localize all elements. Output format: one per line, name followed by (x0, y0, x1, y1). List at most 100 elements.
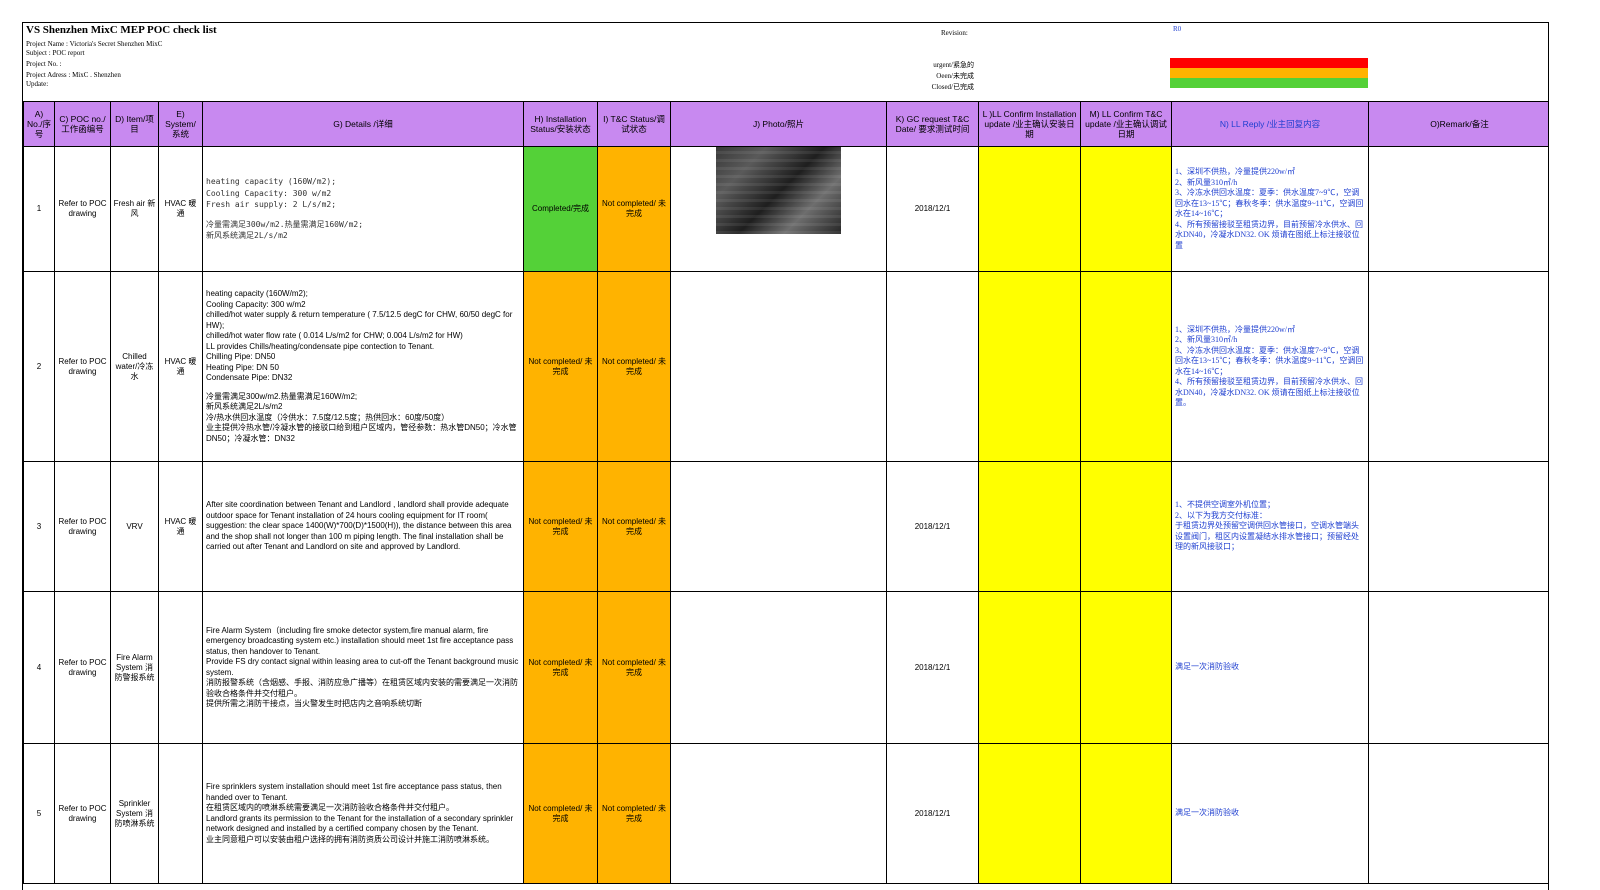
cell-photo[interactable] (670, 146, 887, 272)
col-details[interactable]: G) Details /详细 (202, 101, 524, 147)
col-photo[interactable]: J) Photo/照片 (670, 101, 887, 147)
project-address: Project Adress : MixC . Shenzhen (26, 71, 121, 79)
cell-details[interactable]: heating capacity (160W/m2); Cooling Capa… (202, 271, 524, 462)
cell-photo[interactable] (670, 591, 887, 744)
cell-photo[interactable] (670, 271, 887, 462)
cell-poc[interactable]: Refer to POC drawing (54, 591, 111, 744)
cell-details[interactable]: Fire Alarm System（including fire smoke d… (202, 591, 524, 744)
col-no[interactable]: A) No./序号 (23, 101, 55, 147)
cell-gc-date[interactable]: 2018/12/1 (886, 743, 979, 884)
col-installation-status[interactable]: H) Installation Status/安装状态 (523, 101, 598, 147)
subject: Subject : POC report (26, 49, 85, 57)
cell-remark[interactable] (1368, 743, 1548, 884)
cell-poc[interactable]: Refer to POC drawing (54, 461, 111, 592)
cell-tc-status[interactable]: Not completed/ 未完成 (597, 146, 671, 272)
cell-tc-status[interactable]: Not completed/ 未完成 (597, 591, 671, 744)
col-ll-install-confirm[interactable]: L )LL Confirm Installation update /业主确认安… (978, 101, 1081, 147)
legend-closed-label: Closed/已完成 (931, 83, 974, 91)
table-row: 5 Refer to POC drawing Sprinkler System … (23, 743, 1548, 884)
project-no: Project No. : (26, 60, 62, 68)
cell-ll-install-confirm[interactable] (978, 743, 1081, 884)
col-remark[interactable]: O)Remark/备注 (1368, 101, 1548, 147)
cell-system[interactable] (158, 743, 203, 884)
cell-ll-tc-confirm[interactable] (1080, 146, 1172, 272)
cell-no[interactable]: 2 (23, 271, 55, 462)
legend-open-label: Oeen/未完成 (936, 72, 974, 80)
cell-ll-reply[interactable]: 1、不提供空调室外机位置； 2、以下为我方交付标准： 于租赁边界处预留空调供回水… (1171, 461, 1369, 592)
checklist-sheet: VS Shenzhen MixC MEP POC check list Proj… (22, 22, 1549, 890)
table-row: 4 Refer to POC drawing Fire Alarm System… (23, 591, 1548, 744)
sheet-title: VS Shenzhen MixC MEP POC check list (26, 24, 217, 36)
cell-ll-install-confirm[interactable] (978, 271, 1081, 462)
cell-gc-date[interactable]: 2018/12/1 (886, 146, 979, 272)
cell-remark[interactable] (1368, 461, 1548, 592)
col-poc[interactable]: C) POC no./工作函编号 (54, 101, 111, 147)
checklist-table: A) No./序号 C) POC no./工作函编号 D) Item/项目 E)… (23, 101, 1548, 884)
cell-details[interactable]: heating capacity (160W/m2); Cooling Capa… (202, 146, 524, 272)
cell-installation-status[interactable]: Not completed/ 未完成 (523, 271, 598, 462)
legend-closed-swatch (1170, 78, 1368, 88)
cell-ll-tc-confirm[interactable] (1080, 271, 1172, 462)
cell-remark[interactable] (1368, 271, 1548, 462)
col-gc-request-date[interactable]: K) GC request T&C Date/ 要求测试时间 (886, 101, 979, 147)
cell-item[interactable]: VRV (110, 461, 159, 592)
cell-ll-tc-confirm[interactable] (1080, 461, 1172, 592)
cell-tc-status[interactable]: Not completed/ 未完成 (597, 461, 671, 592)
cell-ll-reply[interactable]: 1、深圳不供热，冷量提供220w/㎡ 2、新风量310㎥/h 3、冷冻水供回水温… (1171, 146, 1369, 272)
cell-item[interactable]: Fire Alarm System 消防警报系统 (110, 591, 159, 744)
legend-urgent-label: urgent/紧急的 (933, 61, 974, 69)
cell-ll-reply[interactable]: 1、深圳不供热，冷量提供220w/㎡ 2、新风量310㎥/h 3、冷冻水供回水温… (1171, 271, 1369, 462)
col-system[interactable]: E) System/系统 (158, 101, 203, 147)
cell-item[interactable]: Chilled water/冷冻水 (110, 271, 159, 462)
cell-ll-install-confirm[interactable] (978, 591, 1081, 744)
cell-installation-status[interactable]: Not completed/ 未完成 (523, 743, 598, 884)
cell-ll-install-confirm[interactable] (978, 461, 1081, 592)
cell-installation-status[interactable]: Completed/完成 (523, 146, 598, 272)
update: Update: (26, 80, 49, 88)
cell-no[interactable]: 4 (23, 591, 55, 744)
cell-gc-date[interactable] (886, 271, 979, 462)
cell-ll-tc-confirm[interactable] (1080, 591, 1172, 744)
cell-photo[interactable] (670, 461, 887, 592)
revision-value: R0 (1173, 25, 1182, 33)
table-row: 2 Refer to POC drawing Chilled water/冷冻水… (23, 271, 1548, 462)
cell-no[interactable]: 1 (23, 146, 55, 272)
cell-ll-install-confirm[interactable] (978, 146, 1081, 272)
col-tc-status[interactable]: I) T&C Status/调试状态 (597, 101, 671, 147)
cell-gc-date[interactable]: 2018/12/1 (886, 591, 979, 744)
cell-no[interactable]: 3 (23, 461, 55, 592)
cell-details[interactable]: After site coordination between Tenant a… (202, 461, 524, 592)
legend-urgent-swatch (1170, 58, 1368, 68)
col-item[interactable]: D) Item/项目 (110, 101, 159, 147)
cell-installation-status[interactable]: Not completed/ 未完成 (523, 461, 598, 592)
site-photo-image (716, 147, 841, 234)
cell-poc[interactable]: Refer to POC drawing (54, 271, 111, 462)
cell-tc-status[interactable]: Not completed/ 未完成 (597, 743, 671, 884)
cell-poc[interactable]: Refer to POC drawing (54, 743, 111, 884)
cell-details[interactable]: Fire sprinklers system installation shou… (202, 743, 524, 884)
cell-system[interactable]: HVAC 暖通 (158, 461, 203, 592)
table-row: 1 Refer to POC drawing Fresh air 新风 HVAC… (23, 146, 1548, 272)
table-row: 3 Refer to POC drawing VRV HVAC 暖通 After… (23, 461, 1548, 592)
cell-system[interactable]: HVAC 暖通 (158, 146, 203, 272)
cell-no[interactable]: 5 (23, 743, 55, 884)
cell-item[interactable]: Fresh air 新风 (110, 146, 159, 272)
header-row: A) No./序号 C) POC no./工作函编号 D) Item/项目 E)… (23, 101, 1548, 147)
cell-tc-status[interactable]: Not completed/ 未完成 (597, 271, 671, 462)
cell-system[interactable] (158, 591, 203, 744)
cell-photo[interactable] (670, 743, 887, 884)
col-ll-reply[interactable]: N) LL Reply /业主回复内容 (1171, 101, 1369, 147)
revision-label: Revision: (941, 29, 968, 37)
cell-item[interactable]: Sprinkler System 消防喷淋系统 (110, 743, 159, 884)
cell-system[interactable]: HVAC 暖通 (158, 271, 203, 462)
cell-remark[interactable] (1368, 591, 1548, 744)
cell-ll-reply[interactable]: 满足一次消防验收 (1171, 591, 1369, 744)
cell-ll-tc-confirm[interactable] (1080, 743, 1172, 884)
cell-gc-date[interactable]: 2018/12/1 (886, 461, 979, 592)
col-ll-tc-confirm[interactable]: M) LL Confirm T&C update /业主确认调试日期 (1080, 101, 1172, 147)
cell-remark[interactable] (1368, 146, 1548, 272)
cell-installation-status[interactable]: Not completed/ 未完成 (523, 591, 598, 744)
legend-open-swatch (1170, 68, 1368, 78)
cell-ll-reply[interactable]: 满足一次消防验收 (1171, 743, 1369, 884)
cell-poc[interactable]: Refer to POC drawing (54, 146, 111, 272)
